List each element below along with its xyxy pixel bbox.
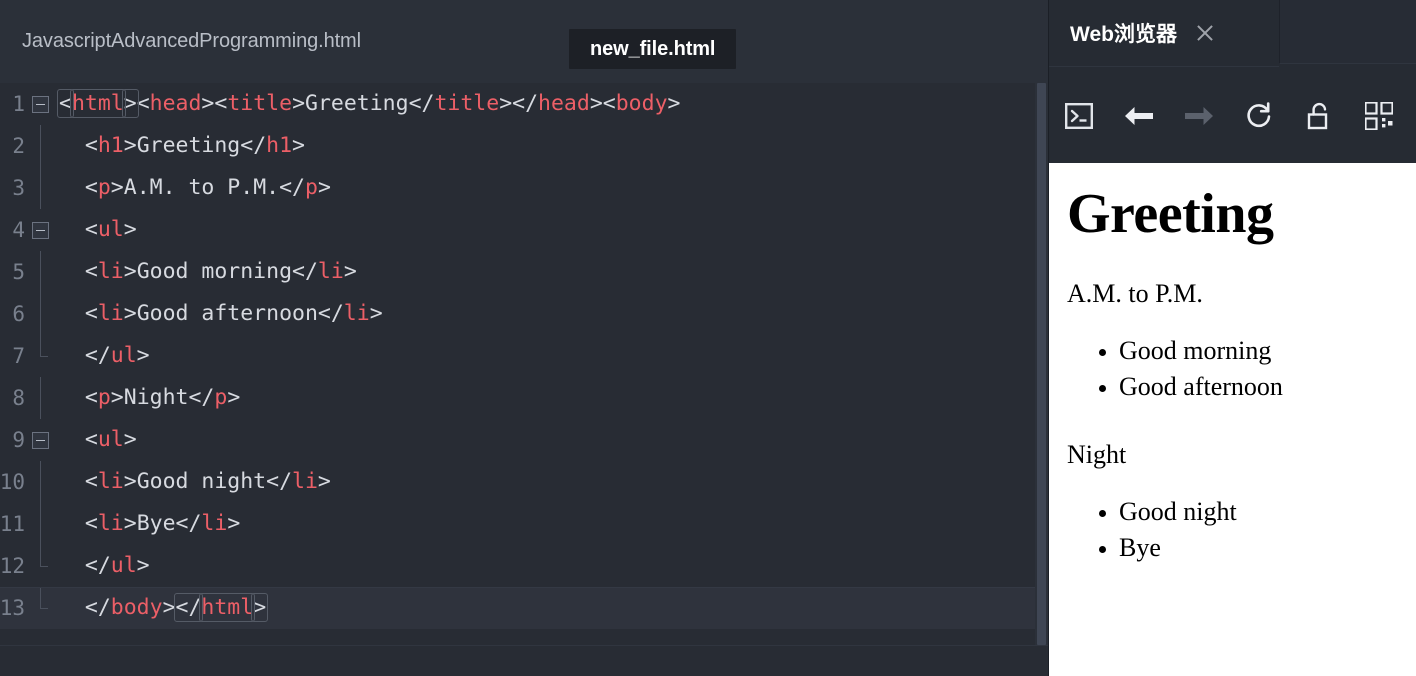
code-line[interactable]: 10 <li>Good night</li> (0, 461, 1048, 503)
code-text-area[interactable]: 1 <html><head><title>Greeting</title></he… (0, 83, 1048, 676)
code-line-text: <p>Night</p> (84, 385, 241, 410)
browser-tab[interactable]: Web浏览器 (1049, 0, 1279, 67)
editor-tab-inactive[interactable]: JavascriptAdvancedProgramming.html (22, 30, 361, 53)
line-number: 11 (0, 512, 25, 536)
line-number: 2 (12, 134, 25, 158)
code-line-text: <ul> (84, 217, 137, 242)
line-number: 3 (12, 176, 25, 200)
code-fold-guide (40, 125, 41, 167)
browser-tab-bar: Web浏览器 (1049, 0, 1416, 68)
editor-tab-active[interactable]: new_file.html (569, 29, 737, 69)
line-number: 1 (12, 92, 25, 116)
rendered-page-content: Greeting A.M. to P.M. Good morning Good … (1049, 163, 1416, 676)
code-fold-toggle-icon[interactable] (32, 432, 49, 449)
forward-arrow-icon[interactable] (1169, 92, 1229, 140)
code-fold-guide (40, 167, 41, 209)
browser-tab-title: Web浏览器 (1070, 23, 1177, 46)
list-item: Good afternoon (1119, 369, 1398, 405)
line-number: 8 (12, 386, 25, 410)
code-line[interactable]: 6 <li>Good afternoon</li> (0, 293, 1048, 335)
list-item: Good morning (1119, 333, 1398, 369)
code-line[interactable]: 3 <p>A.M. to P.M.</p> (0, 167, 1048, 209)
code-line[interactable]: 13 </body></html> (0, 587, 1048, 629)
browser-tab-empty-area (1279, 0, 1416, 64)
line-number: 4 (12, 218, 25, 242)
page-heading: Greeting (1067, 183, 1274, 245)
code-line-text: <p>A.M. to P.M.</p> (84, 175, 331, 200)
code-line-text: <li>Good night</li> (84, 469, 331, 494)
code-line[interactable]: 1 <html><head><title>Greeting</title></he… (0, 83, 1048, 125)
list-item: Bye (1119, 530, 1398, 566)
code-fold-guide (40, 293, 41, 335)
code-fold-guide (40, 545, 48, 567)
code-fold-guide (40, 377, 41, 419)
line-number: 12 (0, 554, 25, 578)
code-fold-toggle-icon[interactable] (32, 222, 49, 239)
line-number: 6 (12, 302, 25, 326)
editor-vertical-scrollbar[interactable] (1035, 83, 1048, 645)
line-number: 7 (12, 344, 25, 368)
page-list-1: Good morning Good afternoon (1067, 333, 1398, 405)
code-line[interactable]: 4 <ul> (0, 209, 1048, 251)
code-line[interactable]: 7 </ul> (0, 335, 1048, 377)
close-icon[interactable] (1195, 23, 1215, 43)
code-fold-guide (40, 335, 48, 357)
line-number: 5 (12, 260, 25, 284)
editor-horizontal-scrollbar[interactable] (0, 662, 1035, 676)
console-icon[interactable] (1049, 92, 1109, 140)
code-fold-guide (40, 503, 41, 545)
code-line-text: <h1>Greeting</h1> (84, 133, 305, 158)
code-fold-toggle-icon[interactable] (32, 96, 49, 113)
code-line[interactable]: 9 <ul> (0, 419, 1048, 461)
browser-toolbar (1049, 68, 1416, 163)
page-list-2: Good night Bye (1067, 494, 1398, 566)
code-line-text: </ul> (84, 553, 150, 578)
code-line-text: </body></html> (84, 593, 269, 622)
code-line-text: <li>Good afternoon</li> (84, 301, 383, 326)
code-line-text: <ul> (84, 427, 137, 452)
code-editor-pane: JavascriptAdvancedProgramming.html new_f… (0, 0, 1048, 676)
back-arrow-icon[interactable] (1109, 92, 1169, 140)
line-number: 13 (0, 596, 25, 620)
code-fold-guide (40, 461, 41, 503)
code-fold-guide (40, 587, 48, 609)
code-line-text: </ul> (84, 343, 150, 368)
code-line-text: <li>Bye</li> (84, 511, 241, 536)
code-fold-guide (40, 251, 41, 293)
reload-icon[interactable] (1229, 92, 1289, 140)
code-line[interactable]: 2 <h1>Greeting</h1> (0, 125, 1048, 167)
code-line[interactable]: 8 <p>Night</p> (0, 377, 1048, 419)
code-line-text: <html><head><title>Greeting</title></hea… (57, 89, 681, 118)
code-line[interactable]: 5 <li>Good morning</li> (0, 251, 1048, 293)
page-paragraph-2: Night (1067, 439, 1127, 469)
app-root: JavascriptAdvancedProgramming.html new_f… (0, 0, 1416, 676)
line-number: 9 (12, 428, 25, 452)
page-paragraph-1: A.M. to P.M. (1067, 278, 1203, 308)
editor-vertical-scrollbar-thumb[interactable] (1037, 83, 1046, 645)
code-line[interactable]: 12 </ul> (0, 545, 1048, 587)
code-line-text: <li>Good morning</li> (84, 259, 357, 284)
web-browser-pane: Web浏览器 Greeting A.M. to P.M. • Good morn… (1048, 0, 1416, 676)
list-item: Good night (1119, 494, 1398, 530)
unlock-icon[interactable] (1289, 92, 1349, 140)
editor-tab-bar: JavascriptAdvancedProgramming.html new_f… (0, 0, 1048, 83)
qr-code-icon[interactable] (1349, 92, 1409, 140)
line-number: 10 (0, 470, 25, 494)
code-line[interactable]: 11 <li>Bye</li> (0, 503, 1048, 545)
